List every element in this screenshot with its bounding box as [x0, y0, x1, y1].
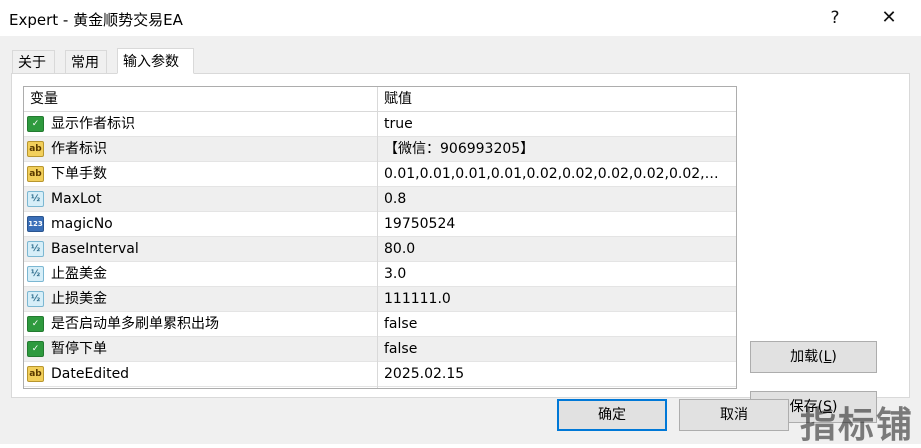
- bool-icon: ✓: [27, 341, 44, 357]
- parameter-value[interactable]: 0.8: [384, 187, 724, 211]
- parameter-value[interactable]: false: [384, 312, 724, 336]
- tab-label: 输入参数: [123, 54, 179, 70]
- parameter-value[interactable]: 111111.0: [384, 287, 724, 311]
- close-button[interactable]: ✕: [866, 0, 912, 36]
- parameter-name: 下单手数: [51, 166, 107, 182]
- parameter-name: 显示作者标识: [51, 116, 135, 132]
- parameter-name: BaseInterval: [51, 241, 139, 257]
- parameter-row[interactable]: ½ MaxLot 0.8: [24, 187, 736, 212]
- parameter-row[interactable]: ✓ 暂停下单 false: [24, 337, 736, 362]
- parameter-row[interactable]: ½ BaseInterval 80.0: [24, 237, 736, 262]
- parameter-row[interactable]: 123 magicNo 19750524: [24, 212, 736, 237]
- column-divider: [377, 87, 378, 388]
- tab-about[interactable]: 关于: [12, 50, 55, 74]
- inputs-panel: 变量 赋值 ✓ 显示作者标识 true ab 作者标识 【微信：906993205】 ab 下…: [11, 73, 910, 423]
- column-header-variable: 变量: [30, 91, 58, 107]
- tab-label: 常用: [71, 55, 99, 71]
- parameter-value[interactable]: 80.0: [384, 237, 724, 261]
- parameter-name: MaxLot: [51, 191, 102, 207]
- parameter-value[interactable]: true: [384, 112, 724, 136]
- close-icon: ✕: [881, 7, 897, 28]
- parameters-grid[interactable]: 变量 赋值 ✓ 显示作者标识 true ab 作者标识 【微信：906993205】 ab 下…: [23, 86, 737, 389]
- tab-inputs[interactable]: 输入参数: [117, 48, 194, 74]
- parameter-name: 作者标识: [51, 141, 107, 157]
- cancel-button[interactable]: 取消: [679, 399, 789, 431]
- tab-label: 关于: [18, 55, 46, 71]
- window-title: Expert - 黄金顺势交易EA: [9, 11, 183, 29]
- double-icon: ½: [27, 241, 44, 257]
- column-header-value: 赋值: [384, 91, 412, 107]
- dialog-client-area: 关于 常用 输入参数 变量 赋值 ✓ 显示作者标识 true ab 作者标识 【微信：90…: [0, 36, 921, 446]
- parameter-row[interactable]: ½ 止损美金 111111.0: [24, 287, 736, 312]
- parameter-name: 暂停下单: [51, 341, 107, 357]
- parameter-row[interactable]: ab 下单手数 0.01,0.01,0.01,0.01,0.02,0.02,0.02…: [24, 162, 736, 187]
- parameter-value[interactable]: 0.01,0.01,0.01,0.01,0.02,0.02,0.02,0.02,…: [384, 162, 724, 186]
- parameter-row[interactable]: ½ 止盈美金 3.0: [24, 262, 736, 287]
- tab-common[interactable]: 常用: [65, 50, 107, 74]
- grid-header: 变量 赋值: [24, 87, 736, 112]
- parameter-value[interactable]: 2025.02.15: [384, 362, 724, 386]
- cancel-label: 取消: [720, 407, 748, 423]
- load-label-end: ): [831, 349, 837, 365]
- help-icon: ?: [830, 8, 840, 28]
- parameter-row[interactable]: ab DateEdited 2025.02.15: [24, 362, 736, 387]
- parameter-name: 是否启动单多刷单累积出场: [51, 316, 219, 332]
- parameter-name: DateEdited: [51, 366, 130, 382]
- parameter-value[interactable]: 3.0: [384, 262, 724, 286]
- parameter-row[interactable]: ✓ 是否启动单多刷单累积出场 false: [24, 312, 736, 337]
- title-bar: Expert - 黄金顺势交易EA ? ✕: [0, 0, 921, 36]
- load-label: 加载(: [790, 349, 824, 365]
- parameter-row[interactable]: ✓ 显示作者标识 true: [24, 112, 736, 137]
- ok-button[interactable]: 确定: [557, 399, 667, 431]
- parameter-row[interactable]: ab 作者标识 【微信：906993205】: [24, 137, 736, 162]
- parameter-name: 止损美金: [51, 291, 107, 307]
- ok-label: 确定: [598, 407, 626, 423]
- parameter-value[interactable]: 【微信：906993205】: [384, 137, 724, 161]
- load-button[interactable]: 加载(L): [750, 341, 877, 373]
- parameter-name: magicNo: [51, 216, 113, 232]
- help-button[interactable]: ?: [812, 0, 858, 36]
- double-icon: ½: [27, 291, 44, 307]
- parameter-value[interactable]: 19750524: [384, 212, 724, 236]
- string-icon: ab: [27, 166, 44, 182]
- string-icon: ab: [27, 366, 44, 382]
- parameter-name: 止盈美金: [51, 266, 107, 282]
- string-icon: ab: [27, 141, 44, 157]
- parameter-value[interactable]: false: [384, 337, 724, 361]
- double-icon: ½: [27, 191, 44, 207]
- bool-icon: ✓: [27, 116, 44, 132]
- double-icon: ½: [27, 266, 44, 282]
- integer-icon: 123: [27, 216, 44, 232]
- bool-icon: ✓: [27, 316, 44, 332]
- watermark-logo: 指标铺: [800, 405, 915, 446]
